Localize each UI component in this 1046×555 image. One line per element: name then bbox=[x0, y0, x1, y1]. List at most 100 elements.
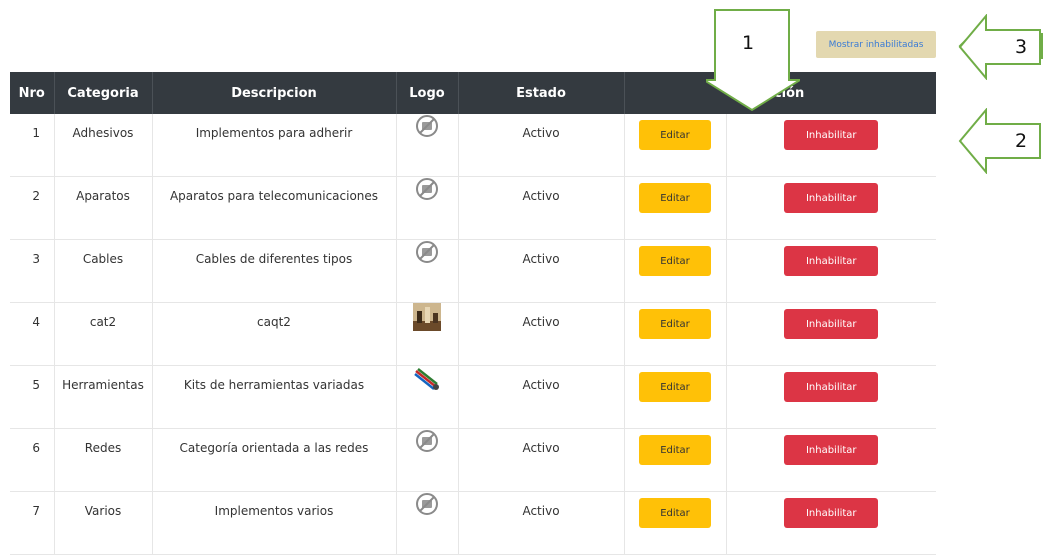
cell-logo bbox=[396, 365, 459, 429]
cell-edit: Editar bbox=[624, 491, 727, 555]
cell-logo bbox=[396, 114, 459, 177]
cell-logo bbox=[396, 239, 459, 303]
edit-button[interactable]: Editar bbox=[639, 498, 711, 528]
edit-button[interactable]: Editar bbox=[639, 435, 711, 465]
disable-button[interactable]: Inhabilitar bbox=[784, 435, 879, 465]
status-text: Activo bbox=[522, 504, 560, 518]
cell-disable: Inhabilitar bbox=[726, 491, 936, 555]
callout-label-3: 3 bbox=[1015, 36, 1028, 58]
table-row: 3 Cables Cables de diferentes tipos Activo E… bbox=[10, 239, 936, 303]
cell-edit: Editar bbox=[624, 365, 727, 429]
cell-logo bbox=[396, 491, 459, 555]
row-number: 2 bbox=[32, 189, 41, 203]
disable-button[interactable]: Inhabilitar bbox=[784, 309, 879, 339]
cell-descripcion: Cables de diferentes tipos bbox=[152, 239, 397, 303]
category-description: Categoría orientada a las redes bbox=[179, 441, 369, 455]
cell-descripcion: Implementos varios bbox=[152, 491, 397, 555]
no-image-icon bbox=[416, 430, 438, 452]
row-number: 5 bbox=[32, 378, 41, 392]
row-number: 4 bbox=[32, 315, 41, 329]
row-number: 1 bbox=[32, 126, 41, 140]
cell-descripcion: caqt2 bbox=[152, 302, 397, 366]
cell-estado: Activo bbox=[458, 365, 625, 429]
cell-estado: Activo bbox=[458, 114, 625, 177]
no-image-icon bbox=[416, 493, 438, 515]
category-description: Aparatos para telecomunicaciones bbox=[169, 189, 379, 203]
category-description: caqt2 bbox=[257, 315, 291, 329]
status-text: Activo bbox=[522, 252, 560, 266]
table-row: 4 cat2 caqt2 Activo Editar Inhabilitar bbox=[10, 302, 936, 366]
category-name: Aparatos bbox=[76, 189, 130, 203]
show-disabled-button[interactable]: Mostrar inhabilitadas bbox=[816, 31, 936, 58]
category-name: Herramientas bbox=[62, 378, 144, 392]
cell-categoria: Cables bbox=[54, 239, 153, 303]
cell-estado: Activo bbox=[458, 428, 625, 492]
cell-estado: Activo bbox=[458, 491, 625, 555]
status-text: Activo bbox=[522, 315, 560, 329]
header-descripcion: Descripcion bbox=[152, 72, 397, 114]
edit-button[interactable]: Editar bbox=[639, 372, 711, 402]
callout-label-1: 1 bbox=[742, 32, 755, 54]
header-estado: Estado bbox=[458, 72, 625, 114]
cell-estado: Activo bbox=[458, 302, 625, 366]
row-number: 3 bbox=[32, 252, 41, 266]
callout-arrow-3-body bbox=[958, 14, 1041, 80]
category-name: Varios bbox=[84, 504, 122, 518]
cell-disable: Inhabilitar bbox=[726, 176, 936, 240]
table-row: 2 Aparatos Aparatos para telecomunicacione… bbox=[10, 176, 936, 240]
no-image-icon bbox=[416, 115, 438, 137]
header-categoria: Categoria bbox=[54, 72, 153, 114]
cell-disable: Inhabilitar bbox=[726, 239, 936, 303]
cell-categoria: Aparatos bbox=[54, 176, 153, 240]
cell-categoria: Herramientas bbox=[54, 365, 153, 429]
callout-label-2: 2 bbox=[1015, 130, 1028, 152]
table-row: 7 Varios Implementos varios Activo Editar Inh… bbox=[10, 491, 936, 555]
cell-categoria: Varios bbox=[54, 491, 153, 555]
cell-edit: Editar bbox=[624, 176, 727, 240]
chess-photo-thumbnail bbox=[413, 303, 441, 331]
edit-button[interactable]: Editar bbox=[639, 183, 711, 213]
disable-button[interactable]: Inhabilitar bbox=[784, 372, 879, 402]
cell-descripcion: Aparatos para telecomunicaciones bbox=[152, 176, 397, 240]
category-description: Implementos para adherir bbox=[195, 126, 353, 140]
row-number: 6 bbox=[32, 441, 41, 455]
disable-button[interactable]: Inhabilitar bbox=[784, 246, 879, 276]
category-description: Cables de diferentes tipos bbox=[195, 252, 353, 266]
disable-button[interactable]: Inhabilitar bbox=[784, 120, 879, 150]
cell-disable: Inhabilitar bbox=[726, 365, 936, 429]
cell-nro: 7 bbox=[10, 491, 55, 555]
cell-edit: Editar bbox=[624, 114, 727, 177]
callout-arrow-2 bbox=[958, 108, 1041, 174]
cell-disable: Inhabilitar bbox=[726, 428, 936, 492]
cell-nro: 1 bbox=[10, 114, 55, 177]
category-name: Adhesivos bbox=[72, 126, 134, 140]
no-image-icon bbox=[416, 178, 438, 200]
cell-categoria: cat2 bbox=[54, 302, 153, 366]
edit-button[interactable]: Editar bbox=[639, 120, 711, 150]
cell-edit: Editar bbox=[624, 428, 727, 492]
cell-disable: Inhabilitar bbox=[726, 302, 936, 366]
table-row: 5 Herramientas Kits de herramientas variad… bbox=[10, 365, 936, 429]
disable-button[interactable]: Inhabilitar bbox=[784, 183, 879, 213]
table-row: 6 Redes Categoría orientada a las redes Act… bbox=[10, 428, 936, 492]
categories-table: Nro Categoria Descripcion Logo Estado Ac… bbox=[10, 72, 936, 555]
disable-button[interactable]: Inhabilitar bbox=[784, 498, 879, 528]
cell-nro: 2 bbox=[10, 176, 55, 240]
cell-categoria: Adhesivos bbox=[54, 114, 153, 177]
edit-button[interactable]: Editar bbox=[639, 309, 711, 339]
cell-descripcion: Categoría orientada a las redes bbox=[152, 428, 397, 492]
cell-logo bbox=[396, 176, 459, 240]
category-name: Cables bbox=[82, 252, 124, 266]
category-description: Implementos varios bbox=[214, 504, 334, 518]
category-name: Redes bbox=[84, 441, 122, 455]
edit-button[interactable]: Editar bbox=[639, 246, 711, 276]
cable-photo-thumbnail bbox=[413, 366, 441, 394]
cell-edit: Editar bbox=[624, 302, 727, 366]
cell-estado: Activo bbox=[458, 176, 625, 240]
cell-nro: 3 bbox=[10, 239, 55, 303]
cell-descripcion: Implementos para adherir bbox=[152, 114, 397, 177]
cell-categoria: Redes bbox=[54, 428, 153, 492]
header-nro: Nro bbox=[10, 72, 55, 114]
cell-logo bbox=[396, 302, 459, 366]
table-row: 1 Adhesivos Implementos para adherir Activo… bbox=[10, 114, 936, 177]
